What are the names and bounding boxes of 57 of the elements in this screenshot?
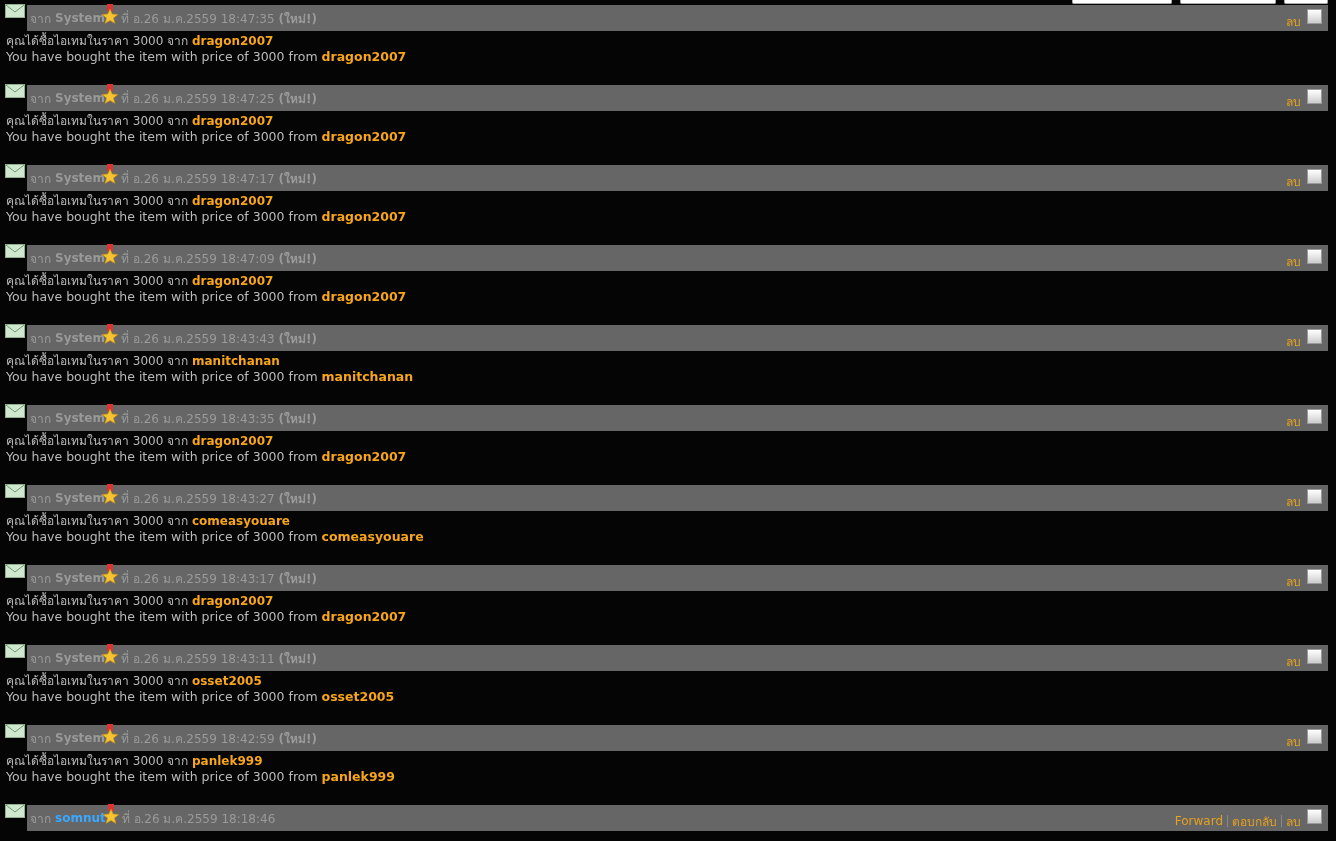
action-link[interactable]: ลบ — [1286, 11, 1301, 31]
action-link[interactable]: ลบ — [1286, 491, 1301, 511]
action-link[interactable]: ลบ — [1286, 811, 1301, 831]
message-text: คุณได้ซื้อไอเทมในราคา 3000 จาก dragon2007 — [6, 193, 275, 209]
message-text: You have bought the item with price of 3000 from manitchanan — [6, 369, 415, 385]
message-text: คุณได้ซื้อไอเทมในราคา 3000 จาก dragon2007 — [6, 113, 275, 129]
message-text: You have bought the item with price of 3000 from dragon2007 — [6, 209, 408, 225]
envelope-icon — [5, 564, 25, 578]
action-link[interactable]: Forward — [1174, 814, 1223, 828]
message-text: You have bought the item with price of 3000 from dragon2007 — [6, 449, 408, 465]
action-link[interactable]: ลบ — [1286, 571, 1301, 591]
checkbox[interactable] — [1307, 808, 1322, 824]
message-text: คุณได้ซื้อไอเทมในราคา 3000 จาก panlek999 — [6, 753, 264, 769]
message-text: คุณได้ซื้อไอเทมในราคา 3000 จาก dragon2007 — [6, 273, 275, 289]
message-text: คุณได้ซื้อไอเทมในราคา 3000 จาก dragon2007 — [6, 433, 275, 449]
checkbox[interactable] — [1307, 488, 1322, 504]
message-text: You have bought the item with price of 3000 from comeasyouare — [6, 529, 425, 545]
action-link[interactable]: ลบ — [1286, 251, 1301, 271]
message-text: คุณได้ซื้อไอเทมในราคา 3000 จาก osset2005 — [6, 673, 263, 689]
checkbox[interactable] — [1307, 648, 1322, 664]
message-text: You have bought the item with price of 3000 from dragon2007 — [6, 129, 408, 145]
checkbox[interactable] — [1307, 408, 1322, 424]
message-text: You have bought the item with price of 3000 from panlek999 — [6, 769, 396, 785]
action-link[interactable]: ลบ — [1286, 171, 1301, 191]
message-text: You have bought the item with price of 3000 from dragon2007 — [6, 609, 408, 625]
envelope-icon — [5, 84, 25, 98]
checkbox[interactable] — [1307, 728, 1322, 744]
action-link[interactable]: ตอบกลับ — [1232, 811, 1277, 831]
checkbox[interactable] — [1307, 568, 1322, 584]
envelope-icon — [5, 404, 25, 418]
envelope-icon — [5, 644, 25, 658]
action-link[interactable]: ลบ — [1286, 411, 1301, 431]
message-text: You have bought the item with price of 3000 from dragon2007 — [6, 49, 408, 65]
envelope-icon — [5, 724, 25, 738]
checkbox[interactable] — [1307, 8, 1322, 24]
checkbox[interactable] — [1307, 328, 1322, 344]
message-text: คุณได้ซื้อไอเทมในราคา 3000 จาก dragon2007 — [6, 593, 275, 609]
envelope-icon — [5, 164, 25, 178]
sender-name[interactable]: somnut — [55, 811, 106, 825]
message-text: คุณได้ซื้อไอเทมในราคา 3000 จาก comeasyouare — [6, 513, 291, 529]
message-text: คุณได้ซื้อไอเทมในราคา 3000 จาก dragon2007 — [6, 33, 275, 49]
envelope-icon — [5, 484, 25, 498]
action-link[interactable]: ลบ — [1286, 651, 1301, 671]
message-text: คุณได้ซื้อไอเทมในราคา 3000 จาก manitchanan — [6, 353, 281, 369]
envelope-icon — [5, 244, 25, 258]
checkbox[interactable] — [1307, 168, 1322, 184]
message-text: You have bought the item with price of 3000 from osset2005 — [6, 689, 396, 705]
action-link[interactable]: ลบ — [1286, 91, 1301, 111]
envelope-icon — [5, 4, 25, 18]
action-link[interactable]: ลบ — [1286, 731, 1301, 751]
envelope-icon — [5, 324, 25, 338]
checkbox[interactable] — [1307, 248, 1322, 264]
checkbox[interactable] — [1307, 88, 1322, 104]
message-text: You have bought the item with price of 3000 from dragon2007 — [6, 289, 408, 305]
envelope-icon — [5, 804, 25, 818]
button-edge[interactable] — [1284, 0, 1328, 4]
action-link[interactable]: ลบ — [1286, 331, 1301, 351]
